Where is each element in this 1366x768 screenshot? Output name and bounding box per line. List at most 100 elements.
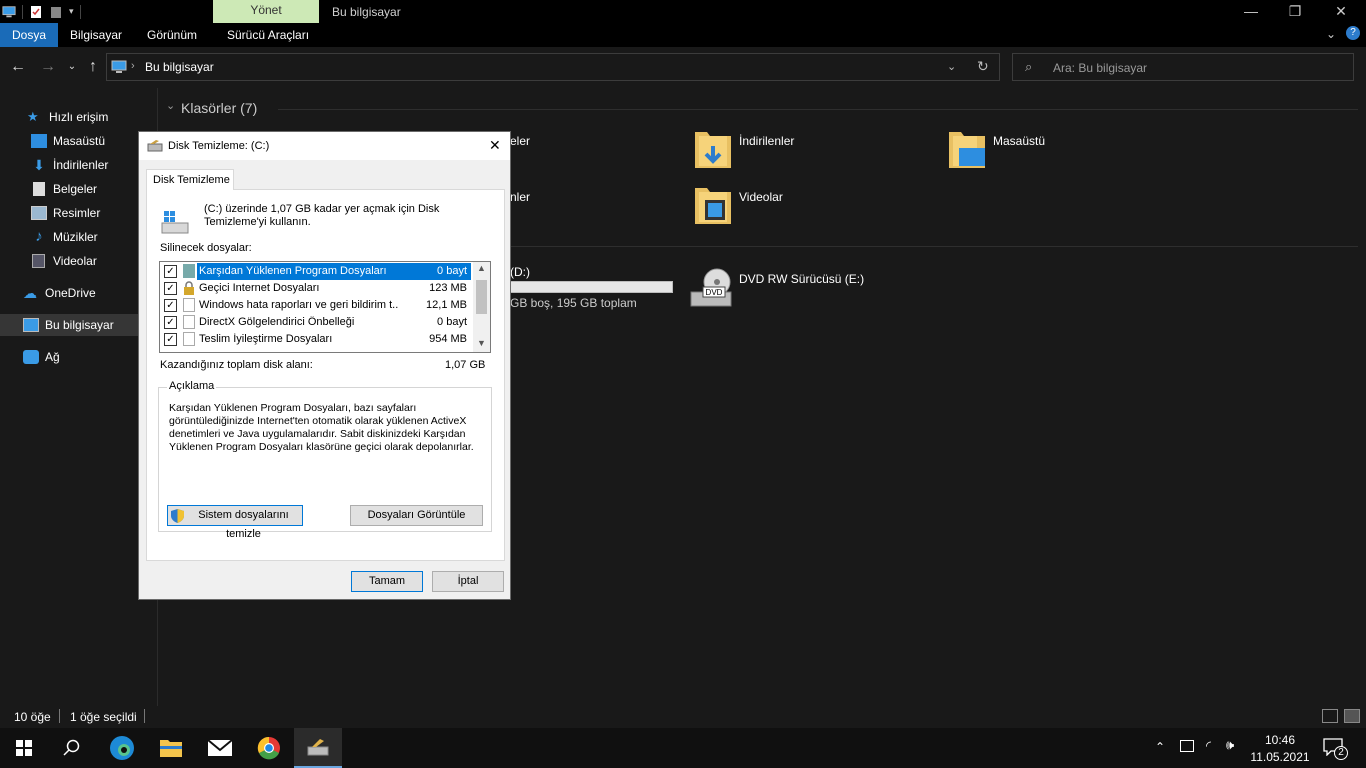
minimize-button[interactable]: —	[1228, 0, 1274, 23]
dvd-drive-label[interactable]: DVD RW Sürücüsü (E:)	[739, 272, 864, 286]
ok-button[interactable]: Tamam	[351, 571, 423, 592]
new-folder-icon[interactable]	[49, 5, 63, 19]
list-item-checkbox[interactable]: ✓	[164, 299, 177, 312]
back-arrow-icon[interactable]: ←	[8, 57, 28, 77]
chrome-taskbar-icon[interactable]	[245, 728, 293, 768]
list-item-size: 123 MB	[429, 282, 467, 294]
dialog-close-button[interactable]: ✕	[489, 137, 501, 154]
mail-taskbar-icon[interactable]	[196, 728, 244, 768]
show-hidden-icons-icon[interactable]: ⌃	[1155, 740, 1165, 754]
recent-locations-icon[interactable]: ⌄	[62, 57, 82, 77]
downloads-folder-icon[interactable]	[693, 128, 733, 170]
sidebar-item-downloads[interactable]: ⬇ İndirilenler	[0, 154, 157, 176]
sidebar-item-network[interactable]: Ağ	[0, 346, 157, 368]
list-item-checkbox[interactable]: ✓	[164, 265, 177, 278]
scrollbar-thumb[interactable]	[476, 280, 487, 314]
list-item[interactable]: ✓ Geçici Internet Dosyaları 123 MB	[160, 280, 473, 297]
drive-c-icon	[161, 211, 189, 234]
sidebar-item-pictures[interactable]: Resimler	[0, 202, 157, 224]
breadcrumb[interactable]: Bu bilgisayar	[145, 60, 214, 74]
tab-view[interactable]: Görünüm	[135, 23, 209, 47]
folder-label[interactable]: Videolar	[739, 190, 783, 204]
clock-time[interactable]: 10:46	[1252, 733, 1308, 747]
forward-arrow-icon[interactable]: →	[38, 57, 58, 77]
clock-date[interactable]: 11.05.2021	[1250, 750, 1310, 764]
start-button[interactable]	[0, 728, 48, 768]
list-item-checkbox[interactable]: ✓	[164, 316, 177, 329]
customize-qat-icon[interactable]: ▾	[69, 6, 74, 17]
notification-badge: 2	[1334, 746, 1348, 760]
list-scrollbar[interactable]: ▲ ▼	[473, 262, 490, 352]
desktop-folder-icon[interactable]	[947, 128, 987, 170]
battery-icon[interactable]	[1180, 740, 1194, 752]
list-item[interactable]: ✓ Karşıdan Yüklenen Program Dosyaları 0 …	[160, 263, 473, 280]
drive-d-free-space: GB boş, 195 GB toplam	[510, 296, 637, 310]
cloud-icon: ☁	[23, 285, 37, 301]
tab-file[interactable]: Dosya	[0, 23, 59, 47]
list-item-checkbox[interactable]: ✓	[164, 333, 177, 346]
sidebar-item-label: Videolar	[53, 254, 97, 268]
sidebar-item-label: Müzikler	[53, 230, 98, 244]
list-item[interactable]: ✓ Teslim İyileştirme Dosyaları 954 MB	[160, 331, 473, 348]
folder-label[interactable]: İndirilenler	[739, 134, 794, 148]
file-explorer-taskbar-icon[interactable]	[147, 728, 195, 768]
sidebar-item-onedrive[interactable]: ☁ OneDrive	[0, 282, 157, 304]
action-center-button[interactable]: 2	[1323, 738, 1348, 760]
clean-system-files-label: Sistem dosyalarını temizle	[198, 509, 289, 540]
tab-computer[interactable]: Bilgisayar	[58, 23, 134, 47]
cancel-button[interactable]: İptal	[432, 571, 504, 592]
sidebar-item-documents[interactable]: Belgeler	[0, 178, 157, 200]
refresh-icon[interactable]: ↻	[977, 58, 989, 75]
sidebar-item-desktop[interactable]: Masaüstü	[0, 130, 157, 152]
clean-system-files-button[interactable]: Sistem dosyalarını temizle	[167, 505, 303, 540]
search-input[interactable]: ⌕ Ara: Bu bilgisayar	[1012, 53, 1354, 81]
videos-folder-icon[interactable]	[693, 184, 733, 226]
sidebar-item-music[interactable]: ♪ Müzikler	[0, 226, 157, 248]
sidebar-item-label: Resimler	[53, 206, 101, 220]
sidebar-item-quick-access[interactable]: ★ Hızlı erişim	[0, 106, 157, 128]
sidebar-item-videos[interactable]: Videolar	[0, 250, 157, 272]
large-icons-view-icon[interactable]	[1344, 709, 1360, 723]
tab-label: Disk Temizleme	[153, 174, 230, 186]
folder-label[interactable]: nler	[510, 190, 530, 204]
scroll-down-icon[interactable]: ▼	[477, 338, 486, 348]
disk-cleanup-taskbar-icon[interactable]	[294, 728, 342, 768]
wifi-icon[interactable]: ◜	[1206, 738, 1211, 754]
sidebar-item-this-pc[interactable]: Bu bilgisayar	[0, 314, 157, 336]
address-dropdown-icon[interactable]: ⌄	[947, 60, 956, 73]
dialog-title-bar[interactable]: Disk Temizleme: (C:) ✕	[139, 132, 510, 160]
collapse-chevron-icon[interactable]: ⌄	[166, 99, 175, 112]
file-icon	[183, 298, 195, 312]
edge-taskbar-icon[interactable]	[98, 728, 146, 768]
scroll-up-icon[interactable]: ▲	[477, 263, 486, 273]
tab-drive-tools[interactable]: Sürücü Araçları	[215, 23, 321, 47]
search-button[interactable]	[48, 728, 96, 768]
close-button[interactable]: ✕	[1318, 0, 1364, 23]
list-item-size: 12,1 MB	[426, 299, 467, 311]
volume-icon[interactable]: 🕪	[1226, 737, 1234, 753]
view-files-button[interactable]: Dosyaları Görüntüle	[350, 505, 483, 526]
folders-header[interactable]: Klasörler (7)	[181, 100, 257, 116]
tab-disk-cleanup[interactable]: Disk Temizleme	[146, 169, 234, 190]
files-list[interactable]: ✓ Karşıdan Yüklenen Program Dosyaları 0 …	[159, 261, 491, 353]
list-item[interactable]: ✓ Windows hata raporları ve geri bildiri…	[160, 297, 473, 314]
pictures-icon	[31, 206, 47, 220]
list-item[interactable]: ✓ DirectX Gölgelendirici Önbelleği 0 bay…	[160, 314, 473, 331]
help-icon[interactable]: ?	[1346, 26, 1360, 40]
list-item-checkbox[interactable]: ✓	[164, 282, 177, 295]
folder-label[interactable]: eler	[510, 134, 530, 148]
search-icon	[63, 739, 80, 756]
folder-label[interactable]: Masaüstü	[993, 134, 1045, 148]
tab-manage[interactable]: Yönet	[213, 0, 319, 23]
drive-d-label[interactable]: (D:)	[510, 265, 530, 279]
up-arrow-icon[interactable]: ↑	[83, 57, 103, 77]
properties-icon[interactable]	[29, 5, 43, 19]
expand-ribbon-icon[interactable]: ⌄	[1326, 27, 1336, 41]
restore-button[interactable]: ❐	[1272, 0, 1318, 23]
file-icon	[183, 332, 195, 346]
address-bar[interactable]: › Bu bilgisayar ⌄ ↻	[106, 53, 1000, 81]
description-line1: Karşıdan Yüklenen Program Dosyaları, baz…	[169, 402, 417, 414]
details-view-icon[interactable]	[1322, 709, 1338, 723]
list-item-size: 0 bayt	[437, 265, 467, 277]
dvd-drive-icon[interactable]: DVD	[689, 268, 733, 310]
